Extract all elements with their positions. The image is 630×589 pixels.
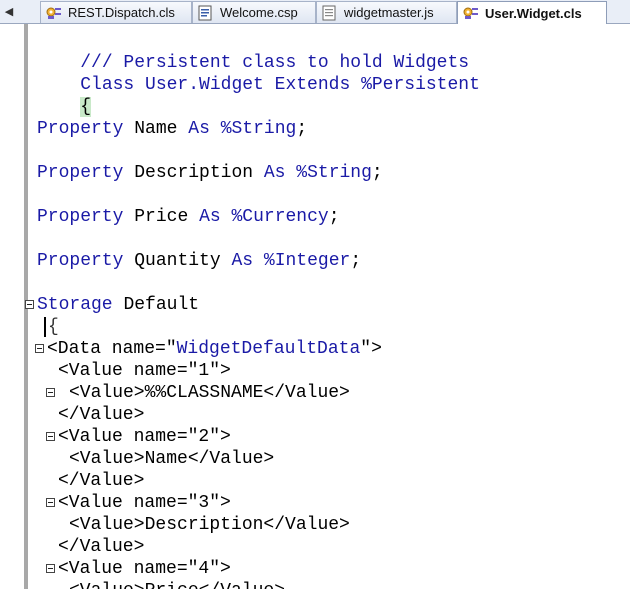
js-file-icon xyxy=(322,5,336,20)
code-line-value-inner: <Value>Description</Value> xyxy=(69,515,350,535)
tab-label: widgetmaster.js xyxy=(344,5,434,20)
code-line-data-open: <Data name="WidgetDefaultData"> xyxy=(47,339,382,359)
collapse-value-icon[interactable] xyxy=(46,564,55,573)
code-line-storage: Storage Default xyxy=(37,295,200,315)
tab-label: User.Widget.cls xyxy=(485,5,582,21)
code-line-property-quantity: Property Quantity As %Integer; xyxy=(37,251,362,271)
code-line-class-decl: Class User.Widget Extends %Persistent xyxy=(80,75,480,95)
text-caret xyxy=(44,317,46,337)
tab-welcome-csp[interactable]: Welcome.csp xyxy=(192,1,316,23)
code-line-value-inner: <Value>%%CLASSNAME</Value> xyxy=(69,383,350,403)
collapse-storage-icon[interactable] xyxy=(25,300,34,309)
editor-margin xyxy=(0,24,25,589)
code-line-value-open: <Value name="3"> xyxy=(58,493,231,513)
code-line-value-close: </Value> xyxy=(58,405,145,425)
tab-scroll-left-icon[interactable]: ◀ xyxy=(0,0,18,23)
code-line-storage-brace: { xyxy=(48,317,59,337)
code-line-property-name: Property Name As %String; xyxy=(37,119,308,139)
code-line-value-inner: <Value>Price</Value> xyxy=(69,580,285,589)
collapse-value-icon[interactable] xyxy=(46,498,55,507)
code-line-comment: /// Persistent class to hold Widgets xyxy=(80,53,470,73)
collapse-data-icon[interactable] xyxy=(35,344,44,353)
code-line-value-open: <Value name="1"> xyxy=(58,361,231,381)
code-line-open-brace: { xyxy=(37,74,92,117)
code-line-value-close: </Value> xyxy=(58,471,145,491)
tab-label: REST.Dispatch.cls xyxy=(68,5,175,20)
tab-rest-dispatch[interactable]: REST.Dispatch.cls xyxy=(40,1,192,23)
tab-user-widget[interactable]: User.Widget.cls xyxy=(457,1,607,24)
tab-widgetmaster-js[interactable]: widgetmaster.js xyxy=(316,1,457,23)
code-line-value-close: </Value> xyxy=(58,537,145,557)
code-line-property-price: Property Price As %Currency; xyxy=(37,207,340,227)
collapse-value-icon[interactable] xyxy=(46,388,55,397)
tab-label: Welcome.csp xyxy=(220,5,298,20)
code-editor[interactable]: /// Persistent class to hold Widgets Cla… xyxy=(0,24,630,589)
code-line-property-description: Property Description As %String; xyxy=(37,163,383,183)
code-line-value-inner: <Value>Name</Value> xyxy=(69,449,275,469)
class-file-icon xyxy=(463,7,478,19)
matched-brace: { xyxy=(80,97,92,117)
csp-page-icon xyxy=(198,5,212,20)
collapse-value-icon[interactable] xyxy=(46,432,55,441)
editor-tab-strip: ◀ REST.Dispatch.cls Welcome.csp widgetma… xyxy=(0,0,630,24)
class-file-icon xyxy=(46,7,61,19)
code-line-value-open: <Value name="4"> xyxy=(58,559,231,579)
code-line-value-open: <Value name="2"> xyxy=(58,427,231,447)
